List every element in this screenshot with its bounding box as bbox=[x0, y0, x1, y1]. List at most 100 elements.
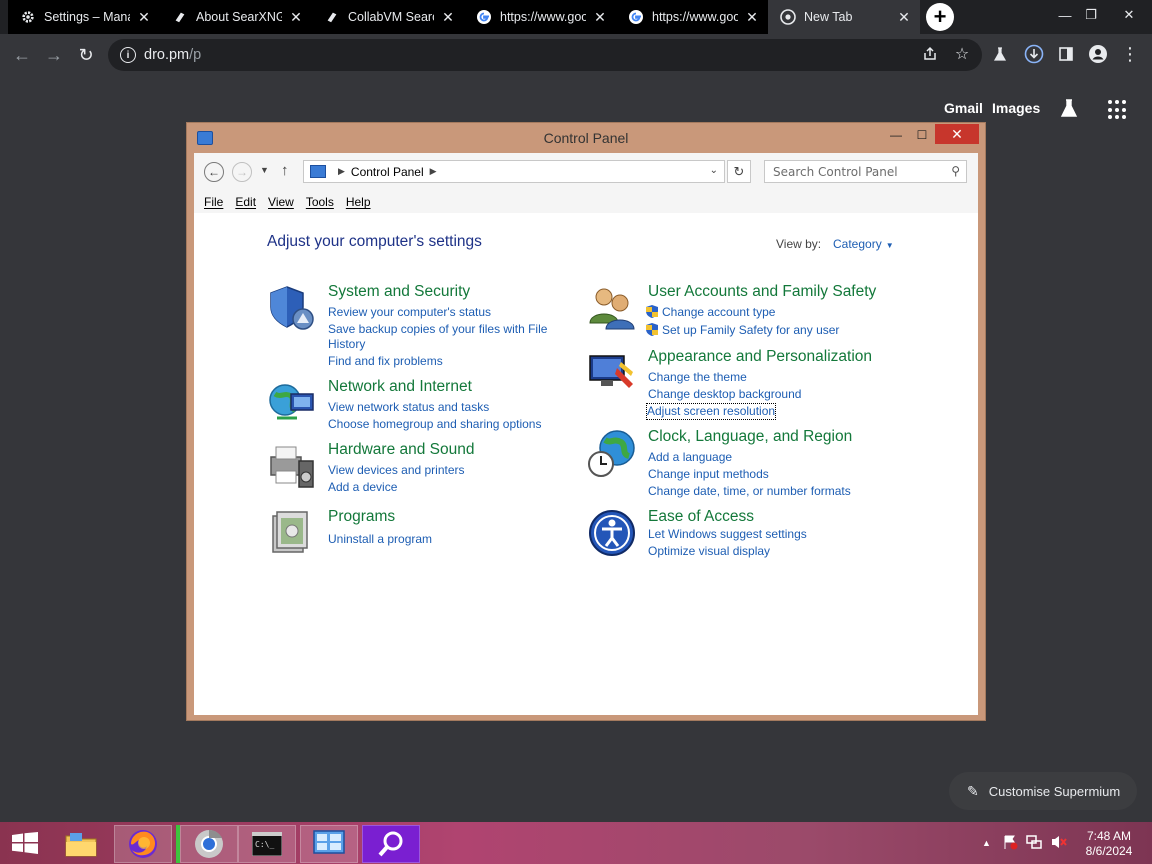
link-review-status[interactable]: Review your computer's status bbox=[328, 305, 491, 320]
google-apps-icon[interactable] bbox=[1108, 100, 1128, 120]
close-icon[interactable]: ✕ bbox=[288, 9, 304, 25]
printer-speaker-icon[interactable] bbox=[267, 441, 317, 491]
side-panel-icon[interactable] bbox=[1054, 42, 1078, 66]
cp-refresh-icon[interactable]: ↻ bbox=[727, 160, 751, 183]
address-bar[interactable]: i dro.pm/p bbox=[108, 39, 982, 71]
control-panel-taskbar-icon[interactable] bbox=[300, 825, 358, 863]
link-find-fix-problems[interactable]: Find and fix problems bbox=[328, 354, 443, 369]
link-family-safety[interactable]: Set up Family Safety for any user bbox=[646, 323, 839, 338]
supermium-browser-icon[interactable] bbox=[180, 825, 238, 863]
breadcrumb-chevron-icon[interactable]: ▶ bbox=[430, 166, 437, 177]
network-globe-icon[interactable] bbox=[267, 378, 317, 428]
cp-address-bar[interactable]: ▶ Control Panel ▶ ⌄ bbox=[303, 160, 725, 183]
start-windows-icon[interactable] bbox=[12, 832, 38, 854]
link-homegroup-sharing[interactable]: Choose homegroup and sharing options bbox=[328, 417, 541, 432]
share-icon[interactable] bbox=[918, 42, 942, 66]
site-info-icon[interactable]: i bbox=[120, 47, 136, 63]
recent-locations-chevron-icon[interactable]: ▼ bbox=[260, 165, 269, 175]
close-icon[interactable]: ✕ bbox=[440, 9, 456, 25]
cp-forward-icon[interactable]: → bbox=[232, 162, 252, 182]
link-uninstall-program[interactable]: Uninstall a program bbox=[328, 532, 432, 547]
forward-icon[interactable]: → bbox=[42, 43, 66, 67]
show-hidden-icons-icon[interactable]: ▲ bbox=[982, 838, 991, 848]
download-icon[interactable] bbox=[1022, 42, 1046, 66]
reload-icon[interactable]: ↻ bbox=[74, 43, 98, 67]
clock-globe-icon[interactable] bbox=[587, 428, 637, 478]
labs-flask-icon[interactable] bbox=[988, 42, 1012, 66]
close-icon[interactable]: ✕ bbox=[744, 9, 760, 25]
link-devices-printers[interactable]: View devices and printers bbox=[328, 463, 465, 478]
menu-help[interactable]: Help bbox=[346, 195, 371, 209]
menu-tools[interactable]: Tools bbox=[306, 195, 334, 209]
link-change-theme[interactable]: Change the theme bbox=[648, 370, 747, 385]
link-save-backup[interactable]: Save backup copies of your files with Fi… bbox=[328, 322, 547, 337]
category-title[interactable]: Programs bbox=[328, 508, 395, 526]
firefox-icon[interactable] bbox=[114, 825, 172, 863]
close-window-icon[interactable]: ✕ bbox=[1106, 0, 1152, 30]
back-icon[interactable]: ← bbox=[10, 43, 34, 67]
tab-new-tab[interactable]: New Tab ✕ bbox=[768, 0, 920, 34]
link-add-language[interactable]: Add a language bbox=[648, 450, 732, 465]
category-title[interactable]: Network and Internet bbox=[328, 378, 472, 396]
system-clock[interactable]: 7:48 AM 8/6/2024 bbox=[1078, 829, 1140, 859]
category-title[interactable]: User Accounts and Family Safety bbox=[648, 283, 876, 301]
menu-file[interactable]: File bbox=[204, 195, 223, 209]
category-title[interactable]: Hardware and Sound bbox=[328, 441, 475, 459]
link-save-backup-history[interactable]: History bbox=[328, 337, 365, 352]
cp-search-input[interactable]: Search Control Panel ⚲ bbox=[764, 160, 967, 183]
tab-settings[interactable]: Settings – Manage ✕ bbox=[8, 0, 160, 34]
bookmark-star-icon[interactable]: ☆ bbox=[950, 42, 974, 66]
category-title[interactable]: System and Security bbox=[328, 283, 470, 301]
menu-kebab-icon[interactable]: ⋮ bbox=[1118, 42, 1142, 66]
breadcrumb-control-panel[interactable]: Control Panel bbox=[351, 165, 424, 179]
link-input-methods[interactable]: Change input methods bbox=[648, 467, 769, 482]
link-change-account-type[interactable]: Change account type bbox=[646, 305, 775, 320]
view-by-dropdown[interactable]: Category ▼ bbox=[833, 237, 894, 251]
cp-minimize-icon[interactable]: — bbox=[887, 125, 905, 145]
control-panel-titlebar[interactable]: Control Panel — ☐ ✕ bbox=[187, 123, 985, 153]
network-icon[interactable] bbox=[1026, 834, 1042, 853]
cp-back-icon[interactable]: ← bbox=[204, 162, 224, 182]
category-title[interactable]: Appearance and Personalization bbox=[648, 348, 872, 366]
tab-searxng-about[interactable]: About SearXNG ✕ bbox=[160, 0, 312, 34]
close-icon[interactable]: ✕ bbox=[136, 9, 152, 25]
link-optimize-visual-display[interactable]: Optimize visual display bbox=[648, 544, 770, 559]
volume-muted-icon[interactable] bbox=[1050, 834, 1068, 853]
users-icon[interactable] bbox=[587, 283, 637, 333]
gmail-link[interactable]: Gmail bbox=[944, 100, 983, 116]
menu-view[interactable]: View bbox=[268, 195, 294, 209]
programs-icon[interactable] bbox=[267, 508, 317, 558]
appearance-monitor-icon[interactable] bbox=[587, 348, 637, 398]
search-labs-icon[interactable] bbox=[1058, 97, 1082, 121]
address-dropdown-icon[interactable]: ⌄ bbox=[710, 165, 718, 176]
security-shield-icon[interactable] bbox=[267, 283, 317, 333]
file-explorer-icon[interactable] bbox=[52, 825, 110, 863]
menu-edit[interactable]: Edit bbox=[235, 195, 256, 209]
close-icon[interactable]: ✕ bbox=[592, 9, 608, 25]
up-arrow-icon[interactable]: ↑ bbox=[281, 162, 289, 179]
link-network-status[interactable]: View network status and tasks bbox=[328, 400, 489, 415]
profile-avatar-icon[interactable] bbox=[1086, 42, 1110, 66]
link-screen-resolution[interactable]: Adjust screen resolution bbox=[645, 403, 777, 420]
tab-google-1[interactable]: https://www.google.com ✕ bbox=[464, 0, 616, 34]
tab-google-2[interactable]: https://www.google.com ✕ bbox=[616, 0, 768, 34]
close-icon[interactable]: ✕ bbox=[896, 9, 912, 25]
category-title[interactable]: Clock, Language, and Region bbox=[648, 428, 852, 446]
tab-collabvm-search[interactable]: CollabVM Search ✕ bbox=[312, 0, 464, 34]
cp-close-button[interactable]: ✕ bbox=[935, 124, 979, 144]
ease-of-access-icon[interactable] bbox=[587, 508, 637, 558]
command-prompt-icon[interactable]: C:\_ bbox=[238, 825, 296, 863]
link-date-time-formats[interactable]: Change date, time, or number formats bbox=[648, 484, 851, 499]
magnifier-icon[interactable] bbox=[362, 825, 420, 863]
link-desktop-background[interactable]: Change desktop background bbox=[648, 387, 801, 402]
breadcrumb-chevron-icon[interactable]: ▶ bbox=[338, 166, 345, 177]
link-add-device[interactable]: Add a device bbox=[328, 480, 397, 495]
new-tab-button[interactable]: + bbox=[926, 3, 954, 31]
category-title[interactable]: Ease of Access bbox=[648, 508, 754, 526]
action-center-flag-icon[interactable] bbox=[1002, 834, 1018, 853]
search-icon[interactable]: ⚲ bbox=[951, 164, 960, 178]
customise-button[interactable]: ✎ Customise Supermium bbox=[949, 772, 1137, 810]
images-link[interactable]: Images bbox=[992, 100, 1040, 116]
cp-maximize-icon[interactable]: ☐ bbox=[913, 125, 931, 145]
link-windows-suggest-settings[interactable]: Let Windows suggest settings bbox=[648, 527, 807, 542]
